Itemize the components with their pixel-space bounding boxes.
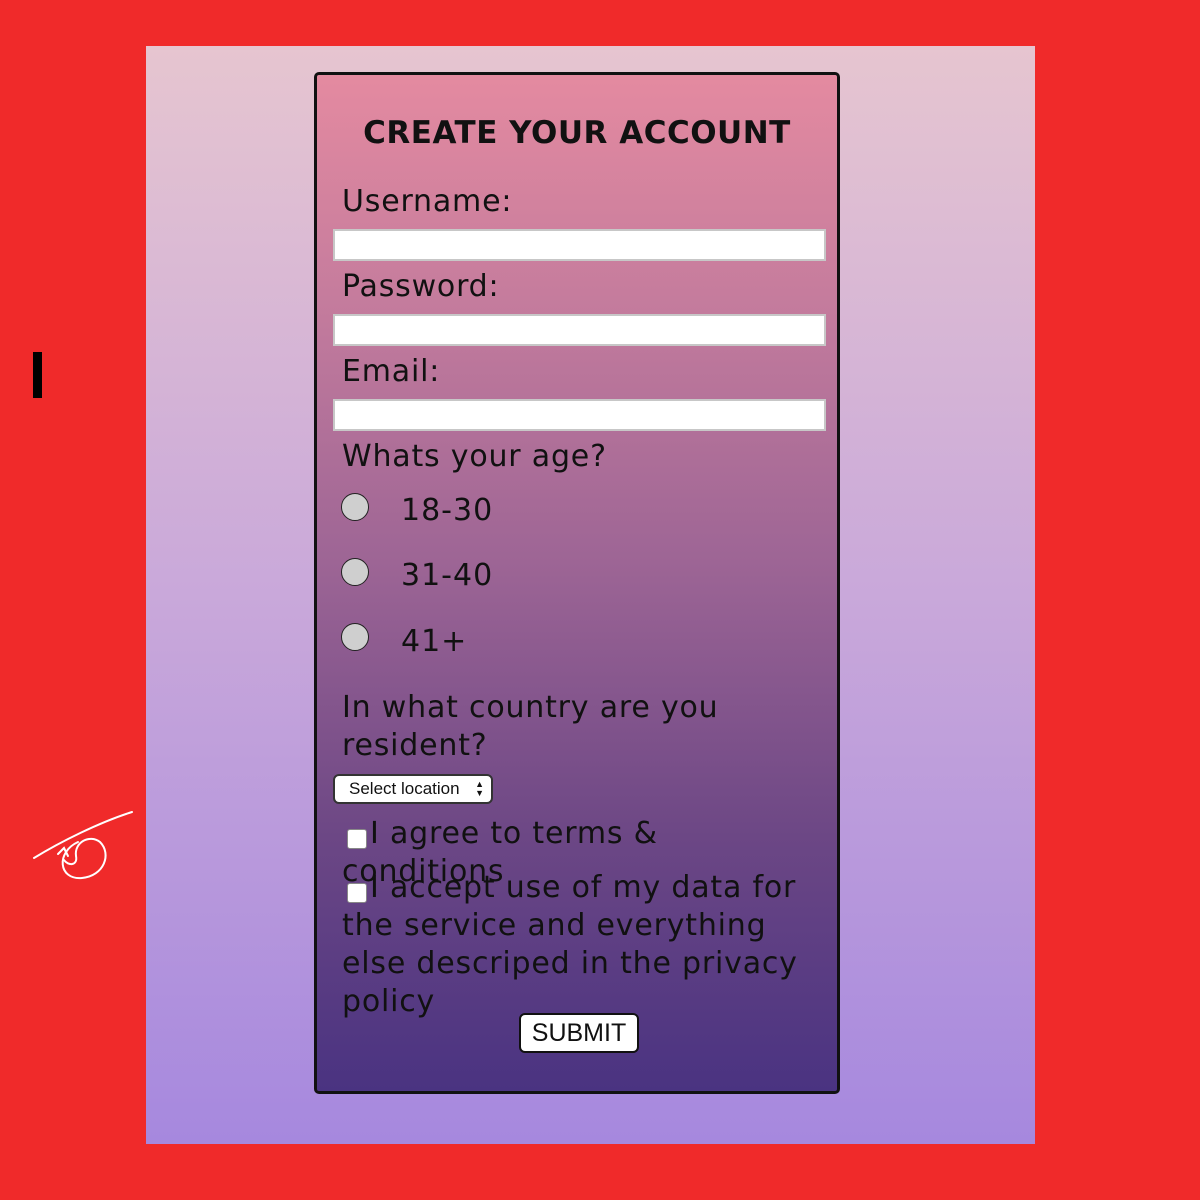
privacy-label: I accept use of my data for the service … bbox=[342, 870, 798, 1019]
age-radio-18-30[interactable] bbox=[341, 493, 369, 521]
email-label: Email: bbox=[342, 354, 441, 389]
email-input[interactable] bbox=[333, 399, 826, 431]
handwritten-scribble bbox=[33, 811, 133, 880]
username-input[interactable] bbox=[333, 229, 826, 261]
password-label: Password: bbox=[342, 269, 500, 304]
username-label: Username: bbox=[342, 184, 513, 219]
country-select-value: Select location bbox=[349, 779, 460, 798]
country-select[interactable]: Select location ▲ ▼ bbox=[333, 774, 493, 804]
age-option-label: 18-30 bbox=[401, 493, 494, 528]
age-option-label: 31-40 bbox=[401, 558, 494, 593]
age-radio-31-40[interactable] bbox=[341, 558, 369, 586]
age-question: Whats your age? bbox=[342, 439, 607, 474]
text-cursor-mark bbox=[33, 352, 42, 398]
age-option-label: 41+ bbox=[401, 624, 468, 659]
country-question: In what country are you resident? bbox=[342, 690, 719, 763]
age-radio-41-plus[interactable] bbox=[341, 623, 369, 651]
signup-form: CREATE YOUR ACCOUNT Username: Password: … bbox=[314, 72, 840, 1094]
up-down-arrows-icon: ▲ ▼ bbox=[475, 779, 484, 798]
password-input[interactable] bbox=[333, 314, 826, 346]
form-title: CREATE YOUR ACCOUNT bbox=[363, 115, 791, 151]
submit-button[interactable]: SUBMIT bbox=[519, 1013, 639, 1053]
